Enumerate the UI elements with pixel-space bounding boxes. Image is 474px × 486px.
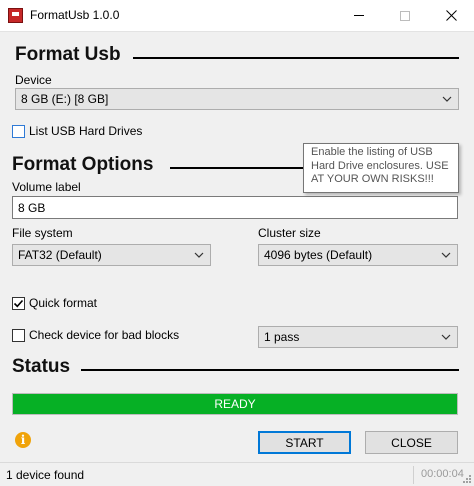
minimize-icon: [354, 15, 364, 16]
status-bar: 1 device found 00:00:04: [0, 462, 474, 486]
title-bar: FormatUsb 1.0.0: [0, 0, 474, 31]
device-select-value: 8 GB (E:) [8 GB]: [21, 92, 109, 106]
start-button[interactable]: START: [258, 431, 351, 454]
quick-format-checkbox[interactable]: Quick format: [12, 296, 97, 310]
section-header-format-options: Format Options: [12, 154, 154, 175]
chevron-down-icon: [441, 252, 451, 258]
volume-label-input[interactable]: 8 GB: [12, 196, 458, 219]
passes-select[interactable]: 1 pass: [258, 326, 458, 348]
device-select[interactable]: 8 GB (E:) [8 GB]: [15, 88, 459, 110]
maximize-icon: [400, 10, 410, 21]
section-divider: [170, 167, 305, 169]
close-button[interactable]: CLOSE: [365, 431, 458, 454]
cluster-size-value: 4096 bytes (Default): [264, 248, 373, 262]
chevron-down-icon: [441, 334, 451, 340]
elapsed-timer: 00:00:04: [421, 468, 464, 480]
file-system-value: FAT32 (Default): [18, 248, 102, 262]
tooltip-list-usb-hard-drives: Enable the listing of USB Hard Drive enc…: [303, 143, 459, 193]
file-system-label: File system: [12, 226, 73, 240]
quick-format-label: Quick format: [29, 296, 98, 310]
info-icon[interactable]: i: [15, 432, 31, 448]
checkbox-box[interactable]: [12, 328, 25, 342]
list-usb-hard-drives-label: List USB Hard Drives: [29, 124, 143, 138]
passes-value: 1 pass: [264, 330, 300, 344]
minimize-button[interactable]: [336, 0, 382, 31]
section-header-format-usb: Format Usb: [15, 44, 121, 65]
progress-bar: READY: [12, 393, 458, 415]
close-window-button[interactable]: [428, 0, 474, 31]
app-icon: [8, 8, 23, 23]
cluster-size-select[interactable]: 4096 bytes (Default): [258, 244, 458, 266]
resize-grip-icon[interactable]: [462, 474, 472, 484]
chevron-down-icon: [442, 96, 452, 102]
bad-blocks-label: Check device for bad blocks: [29, 328, 180, 342]
window-title: FormatUsb 1.0.0: [30, 8, 120, 22]
cluster-size-label: Cluster size: [258, 226, 321, 240]
maximize-button[interactable]: [382, 0, 428, 31]
device-label: Device: [15, 73, 52, 87]
list-usb-hard-drives-checkbox[interactable]: List USB Hard Drives: [12, 124, 142, 138]
section-divider: [133, 57, 459, 59]
volume-label-label: Volume label: [12, 180, 81, 194]
bad-blocks-checkbox[interactable]: Check device for bad blocks: [12, 328, 179, 342]
chevron-down-icon: [194, 252, 204, 258]
close-icon: [445, 10, 457, 21]
status-separator: [413, 466, 414, 484]
section-divider: [81, 369, 459, 371]
status-bar-message: 1 device found: [6, 468, 85, 482]
section-header-status: Status: [12, 356, 71, 377]
checkbox-box[interactable]: [12, 296, 25, 310]
file-system-select[interactable]: FAT32 (Default): [12, 244, 211, 266]
checkbox-box[interactable]: [12, 124, 25, 138]
check-icon: [13, 299, 24, 307]
